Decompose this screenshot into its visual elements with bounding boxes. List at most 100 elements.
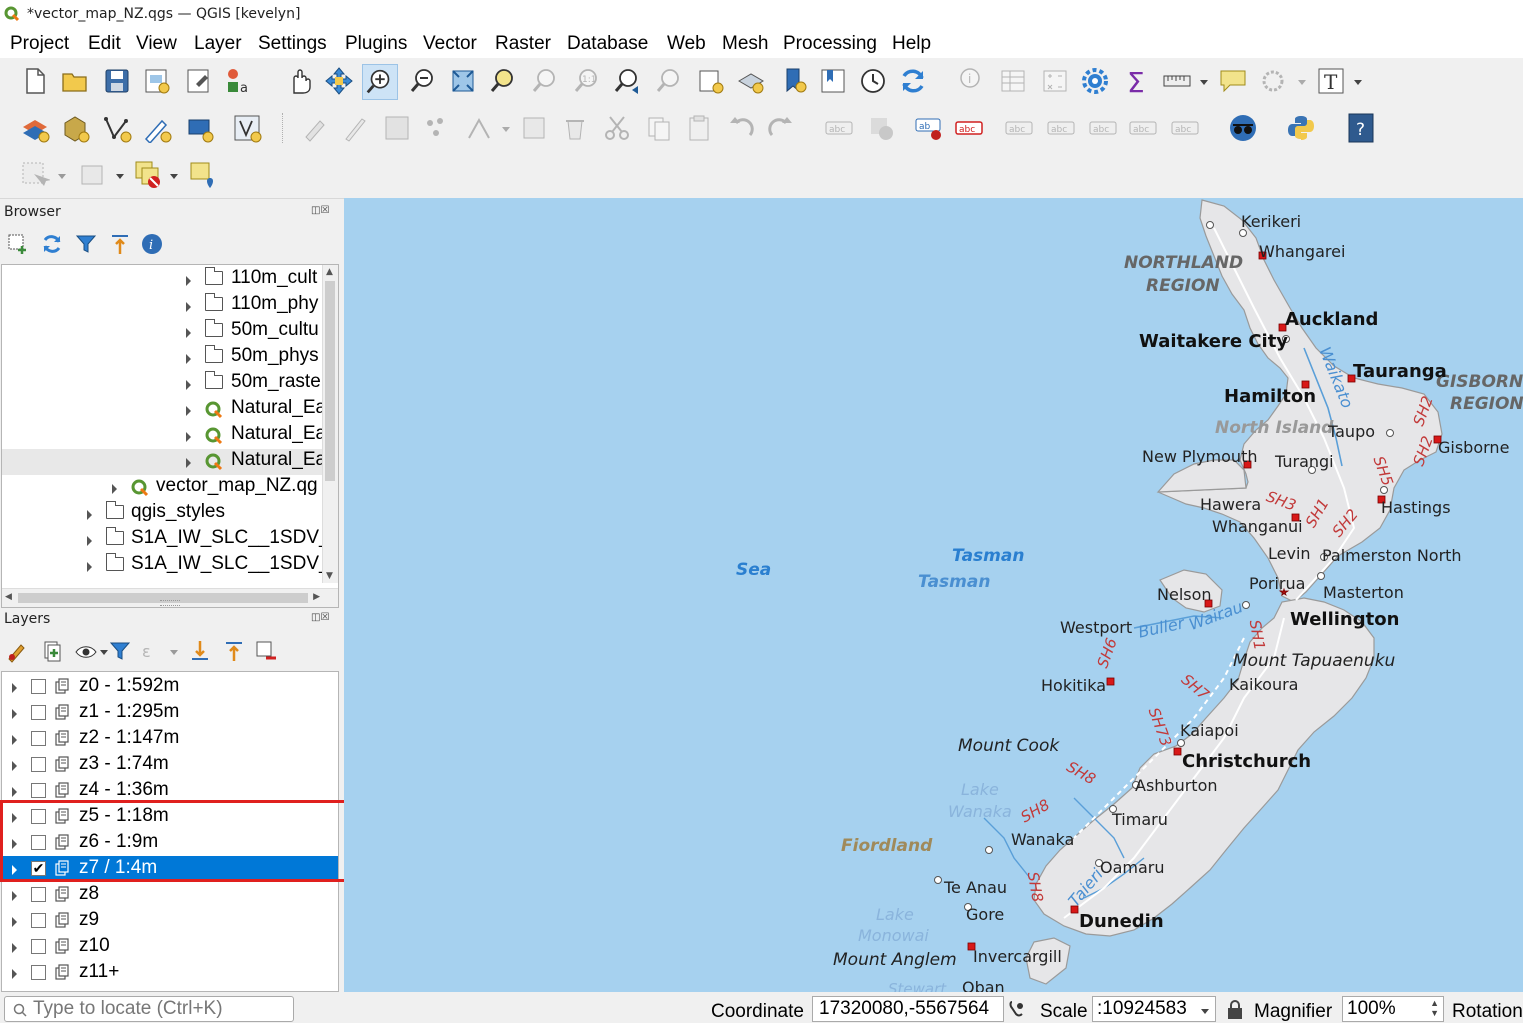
- layer-row[interactable]: z5 - 1:18m: [3, 804, 338, 830]
- layer-visibility-checkbox[interactable]: [31, 809, 46, 824]
- layer-labelling-options-icon[interactable]: abc: [824, 113, 854, 143]
- text-annotation-dropdown-icon[interactable]: [1354, 80, 1362, 85]
- new-3d-map-view-icon[interactable]: [736, 66, 766, 96]
- enable-properties-icon[interactable]: i: [140, 232, 164, 256]
- add-geopackage-layer-icon[interactable]: [60, 113, 90, 143]
- menu-database[interactable]: Database: [567, 33, 648, 55]
- save-layer-edits-icon[interactable]: [382, 113, 412, 143]
- deselect-dropdown-icon[interactable]: [170, 174, 178, 179]
- layer-row[interactable]: z4 - 1:36m: [3, 778, 338, 804]
- measure-dropdown-icon[interactable]: [1200, 80, 1208, 85]
- change-label-icon[interactable]: abc: [1170, 113, 1200, 143]
- layer-row[interactable]: ✔ z7 / 1:4m: [3, 856, 338, 882]
- expand-arrow-icon[interactable]: [12, 891, 17, 901]
- layer-visibility-checkbox[interactable]: [31, 783, 46, 798]
- zoom-to-layer-icon[interactable]: [530, 66, 560, 96]
- filter-expression-dropdown-icon[interactable]: [170, 650, 178, 655]
- select-by-location-icon[interactable]: [188, 160, 218, 190]
- open-layer-styling-icon[interactable]: [6, 639, 30, 663]
- attribute-table-icon[interactable]: [998, 66, 1028, 96]
- undo-icon[interactable]: [726, 113, 756, 143]
- processing-toolbox-icon[interactable]: [1080, 66, 1110, 96]
- panel-splitter[interactable]: [160, 600, 180, 606]
- layer-row[interactable]: z6 - 1:9m: [3, 830, 338, 856]
- show-hide-labels-icon[interactable]: abc: [1046, 113, 1076, 143]
- layer-visibility-checkbox[interactable]: [31, 887, 46, 902]
- refresh-browser-icon[interactable]: [40, 232, 64, 256]
- layer-visibility-checkbox[interactable]: ✔: [31, 861, 46, 876]
- annotation-dropdown-icon[interactable]: [1298, 80, 1306, 85]
- menu-view[interactable]: View: [136, 33, 177, 55]
- layer-visibility-checkbox[interactable]: [31, 757, 46, 772]
- redo-icon[interactable]: [766, 113, 796, 143]
- new-bookmark-icon[interactable]: [780, 66, 810, 96]
- select-features-icon[interactable]: [20, 160, 50, 190]
- menu-raster[interactable]: Raster: [495, 33, 551, 55]
- save-project-icon[interactable]: [102, 66, 132, 96]
- open-project-icon[interactable]: [60, 66, 90, 96]
- expand-arrow-icon[interactable]: [12, 813, 17, 823]
- measure-line-icon[interactable]: [1162, 66, 1192, 96]
- expand-arrow-icon[interactable]: [12, 761, 17, 771]
- select-by-value-dropdown-icon[interactable]: [116, 174, 124, 179]
- text-annotation-icon[interactable]: T: [1316, 66, 1346, 96]
- highlight-pinned-labels-icon[interactable]: ab: [914, 113, 944, 143]
- browser-panel-controls[interactable]: ◫☒: [311, 205, 329, 216]
- annotation-settings-icon[interactable]: [1258, 66, 1288, 96]
- new-virtual-layer-icon[interactable]: [184, 113, 214, 143]
- modify-attributes-icon[interactable]: [520, 113, 550, 143]
- expand-arrow-icon[interactable]: [12, 787, 17, 797]
- layer-visibility-checkbox[interactable]: [31, 939, 46, 954]
- style-manager-icon[interactable]: a: [224, 66, 254, 96]
- expand-all-icon[interactable]: [188, 639, 212, 663]
- collapse-all-layers-icon[interactable]: [222, 639, 246, 663]
- new-map-view-icon[interactable]: [696, 66, 726, 96]
- layer-visibility-checkbox[interactable]: [31, 913, 46, 928]
- filter-browser-icon[interactable]: [74, 232, 98, 256]
- deselect-features-icon[interactable]: [134, 160, 164, 190]
- refresh-icon[interactable]: [898, 66, 928, 96]
- layer-row[interactable]: z8: [3, 882, 338, 908]
- pan-map-icon[interactable]: [284, 66, 314, 96]
- expand-arrow-icon[interactable]: [12, 709, 17, 719]
- menu-processing[interactable]: Processing: [783, 33, 877, 55]
- toggle-extents-icon[interactable]: [1008, 1000, 1028, 1020]
- layers-panel-controls[interactable]: ◫☒: [311, 612, 329, 623]
- lock-scale-icon[interactable]: [1226, 1000, 1244, 1020]
- show-bookmarks-icon[interactable]: [818, 66, 848, 96]
- add-layer-icon[interactable]: [20, 113, 50, 143]
- filter-legend-icon[interactable]: [108, 639, 132, 663]
- layer-visibility-checkbox[interactable]: [31, 965, 46, 980]
- pan-to-selection-icon[interactable]: [324, 66, 354, 96]
- zoom-in-icon[interactable]: [362, 64, 398, 100]
- zoom-out-icon[interactable]: [408, 66, 438, 96]
- toggle-unplaced-labels-icon[interactable]: abc: [954, 113, 984, 143]
- menu-project[interactable]: Project: [10, 33, 69, 55]
- plugin-gis-icon[interactable]: [1228, 113, 1258, 143]
- add-group-icon[interactable]: [40, 639, 64, 663]
- statistical-summary-icon[interactable]: Σ: [1122, 66, 1152, 96]
- vertex-tool-icon[interactable]: [464, 113, 494, 143]
- menu-mesh[interactable]: Mesh: [722, 33, 768, 55]
- new-print-layout-icon[interactable]: [142, 66, 172, 96]
- vertex-tool-dropdown-icon[interactable]: [502, 127, 510, 132]
- expand-arrow-icon[interactable]: [12, 865, 17, 875]
- layout-manager-icon[interactable]: [184, 66, 214, 96]
- zoom-native-icon[interactable]: 1:1: [572, 66, 602, 96]
- locator-search-field[interactable]: Type to locate (Ctrl+K): [4, 996, 294, 1022]
- toggle-editing-icon[interactable]: [340, 113, 370, 143]
- expand-arrow-icon[interactable]: [12, 683, 17, 693]
- python-console-icon[interactable]: [1286, 113, 1316, 143]
- layer-row[interactable]: z1 - 1:295m: [3, 700, 338, 726]
- remove-layer-icon[interactable]: [254, 639, 278, 663]
- expand-arrow-icon[interactable]: [12, 943, 17, 953]
- menu-layer[interactable]: Layer: [194, 33, 242, 55]
- map-tips-icon[interactable]: [1218, 66, 1248, 96]
- zoom-last-icon[interactable]: [614, 66, 644, 96]
- manage-map-themes-icon[interactable]: [74, 639, 98, 663]
- menu-vector[interactable]: Vector: [423, 33, 477, 55]
- layer-row[interactable]: z11+: [3, 960, 338, 986]
- menu-help[interactable]: Help: [892, 33, 931, 55]
- menu-settings[interactable]: Settings: [258, 33, 327, 55]
- coordinate-field[interactable]: 17320080,-5567564: [812, 996, 1004, 1022]
